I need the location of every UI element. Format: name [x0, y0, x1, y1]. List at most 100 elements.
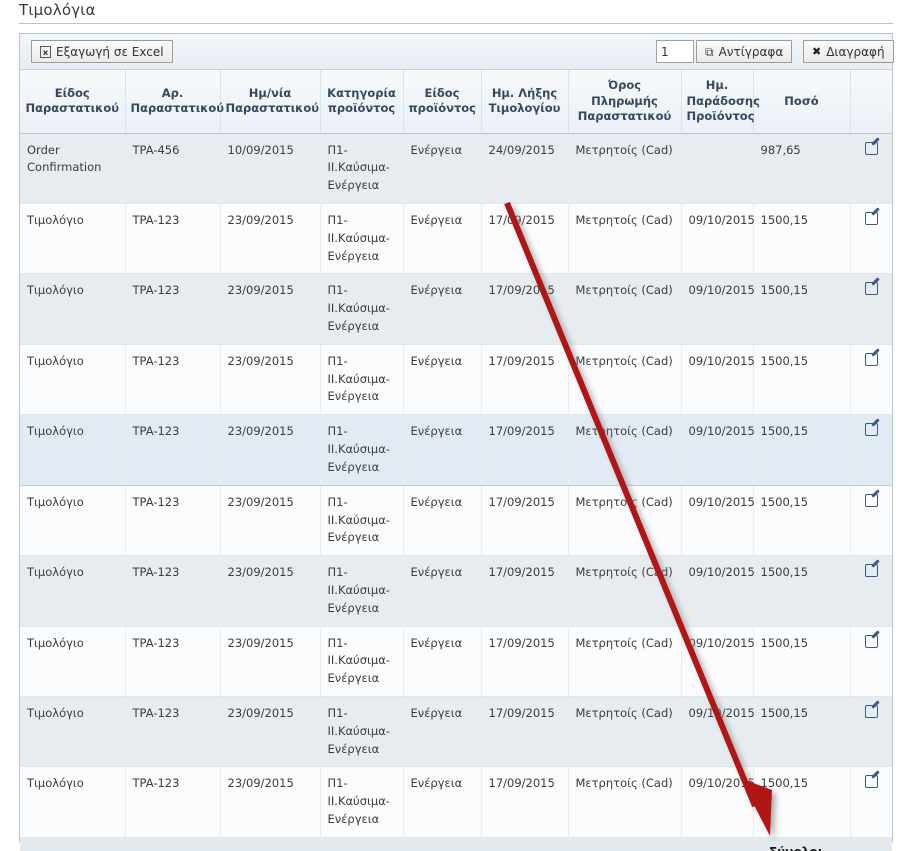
cell-actions[interactable]: [850, 273, 892, 345]
column-header-invoice-due-date[interactable]: Ημ. Λήξης Τιμολογίου: [481, 70, 569, 134]
cell-amount: 1500,15: [753, 273, 851, 345]
cell-document-number: TPA-456: [125, 133, 221, 204]
table-body: Order Confirmation TPA-456 10/09/2015 Π1-ΙΙ…: [20, 133, 892, 838]
export-to-excel-button[interactable]: x Εξαγωγή σε Excel: [31, 40, 173, 63]
page-title: Τιμολόγια: [19, 1, 96, 19]
cell-document-number: TPA-123: [125, 273, 221, 345]
edit-pencil-icon[interactable]: [864, 211, 878, 225]
cell-product-type: Ενέργεια: [403, 414, 482, 486]
cell-payment-term: Μετρητοίς (Cad): [568, 555, 682, 627]
cell-document-type: Τιμολόγιο: [20, 414, 126, 486]
edit-pencil-icon[interactable]: [864, 775, 878, 789]
column-header-document-date[interactable]: Ημ/νία Παραστατικού: [220, 70, 321, 134]
edit-pencil-icon[interactable]: [864, 141, 878, 155]
cell-document-type: Τιμολόγιο: [20, 485, 126, 557]
cell-product-type: Ενέργεια: [403, 344, 482, 416]
edit-pencil-icon[interactable]: [864, 282, 878, 296]
edit-pencil-icon[interactable]: [864, 493, 878, 507]
cell-payment-term: Μετρητοίς (Cad): [568, 133, 682, 204]
column-header-delivery-date[interactable]: Ημ. Παράδοσης Προϊόντος: [681, 70, 760, 134]
cell-invoice-due-date: 17/09/2015: [481, 273, 569, 345]
cell-document-date: 23/09/2015: [220, 414, 321, 486]
title-divider: [19, 23, 893, 24]
edit-pencil-icon[interactable]: [864, 705, 878, 719]
delete-button[interactable]: ✖ Διαγραφή: [803, 40, 894, 63]
page-header: Τιμολόγια: [0, 0, 911, 28]
cell-product-category: Π1-ΙΙ.Καύσιμα-Ενέργεια: [320, 273, 404, 345]
cell-invoice-due-date: 17/09/2015: [481, 766, 569, 838]
edit-pencil-icon[interactable]: [864, 564, 878, 578]
edit-pencil-icon[interactable]: [864, 352, 878, 366]
cell-document-type: Τιμολόγιο: [20, 344, 126, 416]
cell-product-type: Ενέργεια: [403, 203, 482, 275]
grid-total-row: Σύνολο: 21989,75: [20, 837, 892, 851]
cell-invoice-due-date: 17/09/2015: [481, 344, 569, 416]
cell-actions[interactable]: [850, 555, 892, 627]
cell-invoice-due-date: 24/09/2015: [481, 133, 569, 204]
table-row[interactable]: Τιμολόγιο TPA-123 23/09/2015 Π1-ΙΙ.Καύσιμα-…: [20, 555, 892, 627]
cell-document-number: TPA-123: [125, 555, 221, 627]
edit-pencil-icon[interactable]: [864, 634, 878, 648]
table-row[interactable]: Τιμολόγιο TPA-123 23/09/2015 Π1-ΙΙ.Καύσιμα-…: [20, 696, 892, 768]
cell-actions[interactable]: [850, 344, 892, 416]
cell-delivery-date: 09/10/2015: [681, 766, 755, 838]
copies-button[interactable]: ⧉ Αντίγραφα: [696, 40, 793, 63]
table-row[interactable]: Τιμολόγιο TPA-123 23/09/2015 Π1-ΙΙ.Καύσιμα-…: [20, 766, 892, 838]
cell-payment-term: Μετρητοίς (Cad): [568, 273, 682, 345]
cell-product-type: Ενέργεια: [403, 133, 482, 204]
cell-document-type: Τιμολόγιο: [20, 203, 126, 275]
cell-actions[interactable]: [850, 766, 892, 838]
cell-actions[interactable]: [850, 626, 892, 698]
header-row: Είδος Παραστατικού Αρ. Παραστατικού Ημ/ν…: [20, 70, 892, 134]
table-row[interactable]: Τιμολόγιο TPA-123 23/09/2015 Π1-ΙΙ.Καύσιμα-…: [20, 273, 892, 345]
cell-document-type: Order Confirmation: [20, 133, 126, 204]
cell-document-number: TPA-123: [125, 344, 221, 416]
cell-actions[interactable]: [850, 133, 892, 204]
column-header-document-type[interactable]: Είδος Παραστατικού: [20, 70, 126, 134]
cell-actions[interactable]: [850, 414, 892, 486]
cell-actions[interactable]: [850, 203, 892, 275]
cell-payment-term: Μετρητοίς (Cad): [568, 626, 682, 698]
cell-document-number: TPA-123: [125, 414, 221, 486]
cell-document-number: TPA-123: [125, 696, 221, 768]
excel-file-icon: x: [40, 45, 51, 58]
cell-document-type: Τιμολόγιο: [20, 273, 126, 345]
table-row[interactable]: Τιμολόγιο TPA-123 23/09/2015 Π1-ΙΙ.Καύσιμα-…: [20, 626, 892, 698]
table-row[interactable]: Τιμολόγιο TPA-123 23/09/2015 Π1-ΙΙ.Καύσιμα-…: [20, 344, 892, 416]
copies-count-input[interactable]: [656, 40, 694, 63]
total-label-text: Σύνολο:: [769, 845, 822, 851]
column-header-product-type[interactable]: Είδος προϊόντος: [403, 70, 482, 134]
cell-actions[interactable]: [850, 485, 892, 557]
cell-delivery-date: 09/10/2015: [681, 344, 755, 416]
edit-pencil-icon[interactable]: [864, 423, 878, 437]
column-header-amount[interactable]: Ποσό: [753, 70, 851, 134]
cell-payment-term: Μετρητοίς (Cad): [568, 696, 682, 768]
cell-invoice-due-date: 17/09/2015: [481, 485, 569, 557]
delete-label: Διαγραφή: [826, 44, 885, 59]
table-row[interactable]: Τιμολόγιο TPA-123 23/09/2015 Π1-ΙΙ.Καύσιμα-…: [20, 203, 892, 275]
cell-amount: 1500,15: [753, 485, 851, 557]
cell-product-type: Ενέργεια: [403, 626, 482, 698]
cell-document-type: Τιμολόγιο: [20, 696, 126, 768]
cell-delivery-date: 09/10/2015: [681, 555, 755, 627]
column-header-payment-term[interactable]: Όρος Πληρωμής Παραστατικού: [568, 70, 682, 134]
table-row[interactable]: Τιμολόγιο TPA-123 23/09/2015 Π1-ΙΙ.Καύσιμα-…: [20, 485, 892, 557]
cell-product-category: Π1-ΙΙ.Καύσιμα-Ενέργεια: [320, 203, 404, 275]
cell-product-category: Π1-ΙΙ.Καύσιμα-Ενέργεια: [320, 414, 404, 486]
invoices-page: Τιμολόγια x Εξαγωγή σε Excel ⧉ Αντίγραφα…: [0, 0, 911, 851]
cell-document-date: 10/09/2015: [220, 133, 321, 204]
grid-toolbar: x Εξαγωγή σε Excel ⧉ Αντίγραφα ✖ Διαγραφ…: [20, 34, 894, 70]
cell-actions[interactable]: [850, 696, 892, 768]
cell-product-category: Π1-ΙΙ.Καύσιμα-Ενέργεια: [320, 766, 404, 838]
cell-amount: 1500,15: [753, 555, 851, 627]
cell-document-date: 23/09/2015: [220, 273, 321, 345]
table-row[interactable]: Order Confirmation TPA-456 10/09/2015 Π1-ΙΙ…: [20, 133, 892, 204]
column-header-document-number[interactable]: Αρ. Παραστατικού: [125, 70, 224, 134]
column-header-product-category[interactable]: Κατηγορία προϊόντος: [320, 70, 404, 134]
cell-delivery-date: 09/10/2015: [681, 696, 755, 768]
cell-product-category: Π1-ΙΙ.Καύσιμα-Ενέργεια: [320, 555, 404, 627]
column-header-actions: [850, 70, 892, 134]
cell-product-type: Ενέργεια: [403, 555, 482, 627]
cell-delivery-date: 09/10/2015: [681, 626, 755, 698]
table-row[interactable]: Τιμολόγιο TPA-123 23/09/2015 Π1-ΙΙ.Καύσιμα-…: [20, 414, 892, 486]
